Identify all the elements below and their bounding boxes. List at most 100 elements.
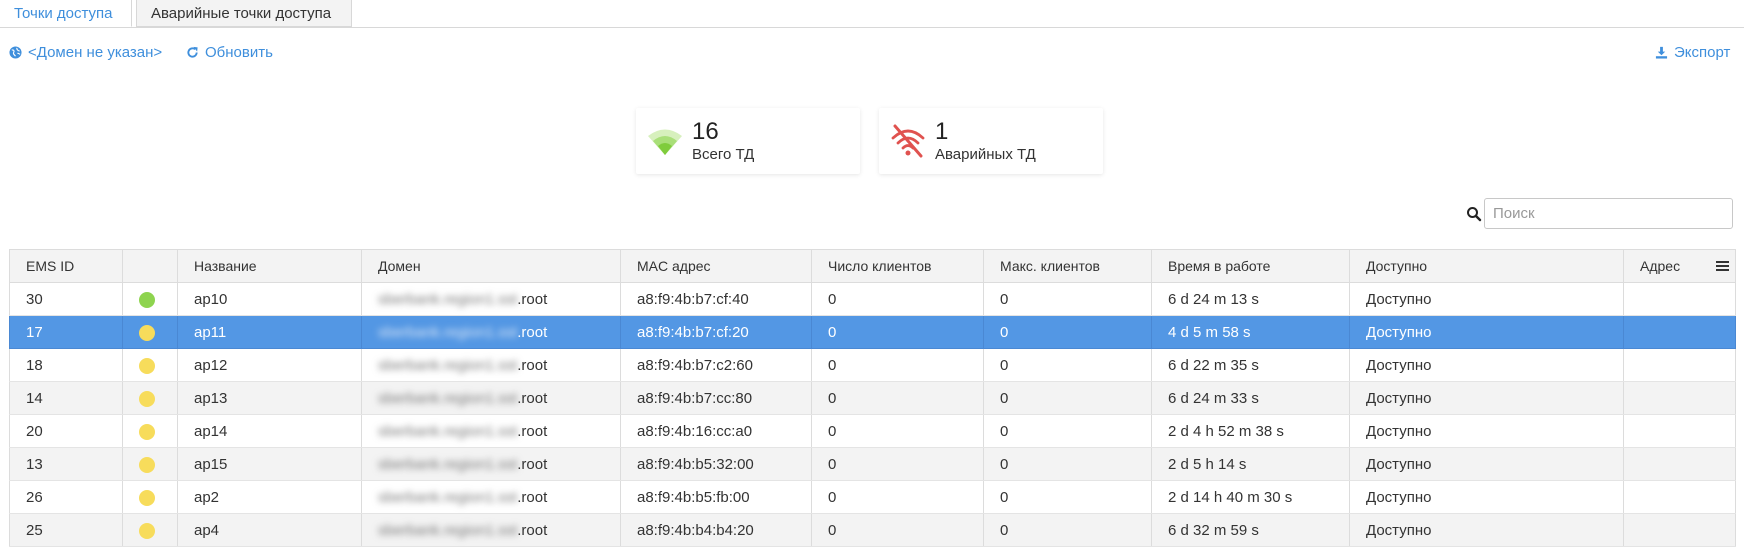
cell-address [1623,282,1736,316]
cell-status [122,348,178,382]
cell-ems-id: 25 [9,513,123,547]
cell-available: Доступно [1349,414,1624,448]
domain-masked: sberbank.region1.sst [378,521,518,539]
cell-uptime: 4 d 5 m 58 s [1151,315,1350,349]
cell-domain: sberbank.region1.sst.root [361,480,621,514]
cell-available: Доступно [1349,348,1624,382]
alarm-ap-count: 1 [935,118,949,145]
column-header-name[interactable]: Название [177,249,362,283]
cell-name: ap12 [177,348,362,382]
status-indicator [139,489,155,506]
cell-available: Доступно [1349,315,1624,349]
table-row[interactable]: 18 ap12 sberbank.region1.sst.root a8:f9:4b:… [9,348,1736,382]
cell-domain: sberbank.region1.sst.root [361,348,621,382]
column-header-domain[interactable]: Домен [361,249,621,283]
cell-max-clients: 0 [983,381,1152,415]
cell-clients: 0 [811,315,984,349]
total-ap-card: 16 Всего ТД [636,108,860,174]
status-indicator [139,357,155,374]
globe-icon [9,46,22,59]
cell-status [122,513,178,547]
tab-access-points[interactable]: Точки доступа [0,0,132,27]
cell-address [1623,348,1736,382]
cell-status [122,381,178,415]
status-indicator [139,291,155,308]
wifi-off-icon [889,122,927,160]
cell-mac: a8:f9:4b:b7:c2:60 [620,348,812,382]
access-points-table: EMS ID Название Домен MAC адрес Число кл… [9,249,1736,547]
column-header-mac[interactable]: MAC адрес [620,249,812,283]
cell-clients: 0 [811,348,984,382]
cell-address [1623,513,1736,547]
cell-uptime: 6 d 32 m 59 s [1151,513,1350,547]
domain-suffix: .root [517,488,548,506]
cell-ems-id: 26 [9,480,123,514]
column-header-available[interactable]: Доступно [1349,249,1624,283]
status-indicator [139,423,155,440]
cell-available: Доступно [1349,447,1624,481]
column-menu-icon[interactable] [1716,259,1729,271]
column-header-max-clients[interactable]: Макс. клиентов [983,249,1152,283]
domain-selector[interactable]: <Домен не указан> [9,44,162,61]
table-row[interactable]: 20 ap14 sberbank.region1.sst.root a8:f9:4b:… [9,414,1736,448]
column-header-uptime[interactable]: Время в работе [1151,249,1350,283]
cell-name: ap10 [177,282,362,316]
domain-masked: sberbank.region1.sst [378,455,518,473]
cell-address [1623,315,1736,349]
column-header-address-label: Адрес [1640,258,1681,274]
cell-name: ap14 [177,414,362,448]
table-row[interactable]: 17 ap11 sberbank.region1.sst.root a8:f9:4b:… [9,315,1736,349]
refresh-button[interactable]: Обновить [186,44,273,61]
table-row[interactable]: 14 ap13 sberbank.region1.sst.root a8:f9:4b:… [9,381,1736,415]
table-body: 30 ap10 sberbank.region1.sst.root a8:f9:4b:… [9,282,1736,547]
cell-ems-id: 30 [9,282,123,316]
domain-masked: sberbank.region1.sst [378,488,518,506]
table-row[interactable]: 30 ap10 sberbank.region1.sst.root a8:f9:4b:… [9,282,1736,316]
download-icon [1655,46,1668,59]
table-row[interactable]: 26 ap2 sberbank.region1.sst.root a8:f9:4b:b… [9,480,1736,514]
cell-clients: 0 [811,447,984,481]
table-header: EMS ID Название Домен MAC адрес Число кл… [9,249,1736,283]
column-header-status[interactable] [122,249,178,283]
cell-ems-id: 20 [9,414,123,448]
cell-mac: a8:f9:4b:b7:cf:20 [620,315,812,349]
cell-name: ap4 [177,513,362,547]
refresh-icon [186,46,199,59]
cell-ems-id: 18 [9,348,123,382]
cell-clients: 0 [811,282,984,316]
domain-suffix: .root [517,455,548,473]
table-row[interactable]: 25 ap4 sberbank.region1.sst.root a8:f9:4b:b… [9,513,1736,547]
cell-address [1623,414,1736,448]
cell-uptime: 6 d 24 m 33 s [1151,381,1350,415]
table-row[interactable]: 13 ap15 sberbank.region1.sst.root a8:f9:4b:… [9,447,1736,481]
cell-address [1623,480,1736,514]
domain-suffix: .root [517,290,548,308]
alarm-ap-label: Аварийных ТД [935,146,1036,163]
cell-uptime: 2 d 14 h 40 m 30 s [1151,480,1350,514]
tab-bar: Точки доступа Аварийные точки доступа [0,0,1744,28]
column-header-ems-id[interactable]: EMS ID [9,249,123,283]
cell-available: Доступно [1349,381,1624,415]
alarm-ap-card: 1 Аварийных ТД [879,108,1103,174]
cell-name: ap13 [177,381,362,415]
wifi-icon [646,122,684,160]
tab-alarm-access-points[interactable]: Аварийные точки доступа [136,0,352,27]
export-button[interactable]: Экспорт [1655,44,1730,61]
domain-masked: sberbank.region1.sst [378,323,518,341]
domain-suffix: .root [517,389,548,407]
cell-max-clients: 0 [983,414,1152,448]
cell-mac: a8:f9:4b:b5:32:00 [620,447,812,481]
cell-clients: 0 [811,381,984,415]
cell-uptime: 2 d 5 h 14 s [1151,447,1350,481]
cell-name: ap11 [177,315,362,349]
cell-domain: sberbank.region1.sst.root [361,381,621,415]
cell-address [1623,381,1736,415]
search-input[interactable] [1484,198,1733,229]
cell-max-clients: 0 [983,513,1152,547]
cell-ems-id: 14 [9,381,123,415]
cell-max-clients: 0 [983,348,1152,382]
column-header-clients[interactable]: Число клиентов [811,249,984,283]
cell-domain: sberbank.region1.sst.root [361,282,621,316]
cell-name: ap15 [177,447,362,481]
column-header-address[interactable]: Адрес [1623,249,1736,283]
